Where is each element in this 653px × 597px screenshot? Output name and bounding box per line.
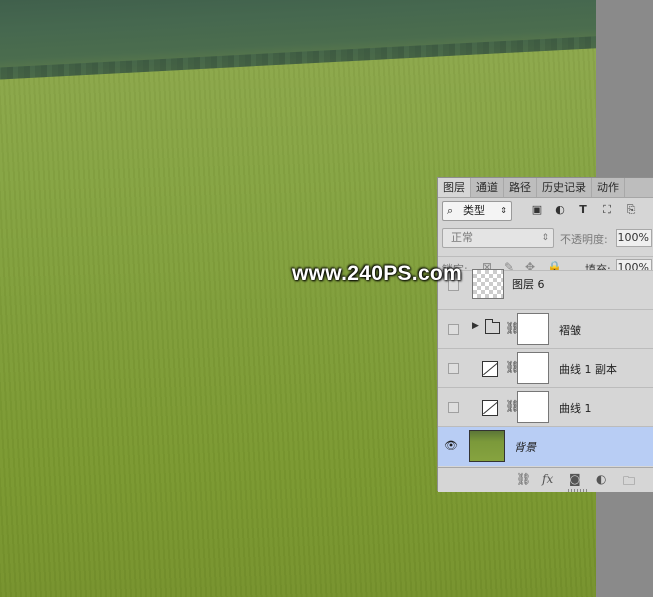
blend-row: 正常 ⇕ 不透明度: 100% — [438, 227, 653, 249]
layer-thumbnail — [472, 269, 504, 299]
curves-adjustment-icon — [482, 361, 498, 377]
filter-kind-select[interactable]: ⌕ 类型 ⇕ — [442, 201, 512, 221]
tab-history[interactable]: 历史记录 — [537, 178, 592, 197]
tab-actions[interactable]: 动作 — [592, 178, 625, 197]
smart-object-filter-icon[interactable]: ⎘ — [625, 204, 637, 216]
layer-row-layer6[interactable]: 图层 6 — [438, 269, 653, 301]
layer-name: 曲线 1 副本 — [559, 363, 617, 376]
curves-adjustment-icon — [482, 400, 498, 416]
filter-kind-label: 类型 — [463, 204, 485, 217]
opacity-input[interactable]: 100% — [616, 229, 652, 247]
link-layers-icon[interactable]: ⛓ — [516, 472, 531, 486]
expand-triangle-icon[interactable]: ▶ — [472, 321, 479, 331]
image-filter-icon[interactable]: ▣ — [531, 204, 543, 216]
tab-channels[interactable]: 通道 — [471, 178, 504, 197]
type-filter-icon[interactable]: T — [577, 204, 589, 216]
mask-thumbnail[interactable] — [517, 352, 549, 384]
stepper-icon: ⇕ — [541, 233, 549, 243]
layer-name: 背景 — [514, 441, 536, 454]
panel-tabs: 图层 通道 路径 历史记录 动作 — [438, 178, 653, 198]
folder-icon — [485, 319, 500, 334]
visibility-toggle[interactable] — [448, 402, 459, 413]
layer-row-curves-copy[interactable]: ⛓ 曲线 1 副本 — [438, 348, 653, 388]
layers-panel: 图层 通道 路径 历史记录 动作 ⌕ 类型 ⇕ ▣ ◐ T ⛶ ⎘ 正常 ⇕ 不… — [437, 177, 653, 492]
opacity-label: 不透明度: — [560, 233, 608, 246]
blend-mode-select[interactable]: 正常 ⇕ — [442, 228, 554, 248]
layer-name: 图层 6 — [512, 278, 545, 291]
new-group-icon[interactable]: 🗀 — [623, 472, 635, 493]
watermark: www.240PS.com — [292, 262, 463, 285]
fx-icon[interactable]: fx — [542, 472, 553, 486]
layer-row-background[interactable]: 👁 背景 — [438, 426, 653, 466]
panel-bottom-bar: ⛓ fx ◙ ◐ 🗀 — [438, 467, 653, 492]
visibility-toggle[interactable] — [448, 324, 459, 335]
add-mask-icon[interactable]: ◙ — [569, 472, 581, 486]
blend-mode-label: 正常 — [451, 231, 473, 244]
visibility-toggle[interactable] — [448, 363, 459, 374]
resize-grip[interactable] — [568, 489, 588, 492]
mask-thumbnail[interactable] — [517, 313, 549, 345]
stepper-icon: ⇕ — [500, 206, 507, 215]
mask-thumbnail[interactable] — [517, 391, 549, 423]
search-icon: ⌕ — [447, 204, 454, 217]
layer-name: 曲线 1 — [559, 402, 592, 415]
tree-line — [0, 0, 596, 81]
tab-paths[interactable]: 路径 — [504, 178, 537, 197]
filter-row: ⌕ 类型 ⇕ ▣ ◐ T ⛶ ⎘ — [438, 200, 653, 222]
layer-thumbnail — [469, 430, 505, 462]
tab-layers[interactable]: 图层 — [438, 178, 471, 197]
shape-filter-icon[interactable]: ⛶ — [601, 204, 613, 216]
adjustment-filter-icon[interactable]: ◐ — [554, 204, 566, 216]
layer-row-curves[interactable]: ⛓ 曲线 1 — [438, 387, 653, 427]
layer-row-group[interactable]: ▶ ⛓ 褶皱 — [438, 309, 653, 349]
adjustment-layer-icon[interactable]: ◐ — [596, 472, 606, 486]
layer-name: 褶皱 — [559, 324, 581, 337]
eye-icon[interactable]: 👁 — [442, 437, 460, 455]
